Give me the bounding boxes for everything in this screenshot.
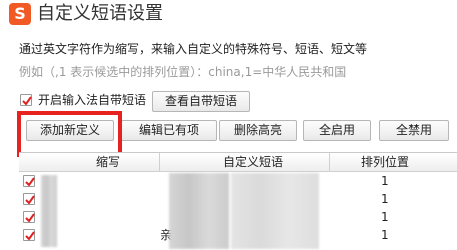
row-position: 1 (381, 228, 389, 242)
enable-builtin-label: 开启输入法自带短语 (38, 93, 147, 107)
row-checkbox[interactable] (23, 229, 35, 241)
description-text: 通过英文字符作为缩写，来输入自定义的特殊符号、短语、短文等 (19, 42, 368, 56)
highlight-annotation (17, 111, 122, 157)
table-header: 缩写 自定义短语 排列位置 (19, 153, 457, 172)
checkmark-icon (25, 213, 35, 223)
checkmark-icon (25, 231, 35, 241)
edit-existing-button[interactable]: 编辑已有项 (121, 120, 217, 141)
delete-highlight-button[interactable]: 删除高亮 (219, 120, 297, 141)
column-header-phrase[interactable]: 自定义短语 (160, 153, 346, 171)
enable-builtin-checkbox[interactable] (20, 94, 32, 106)
window-title: 自定义短语设置 (37, 3, 163, 24)
redacted-abbr-area (41, 175, 57, 247)
redacted-phrase-area (169, 173, 229, 249)
checkmark-icon (22, 96, 32, 106)
row-position: 1 (381, 192, 389, 206)
row-checkbox[interactable] (23, 193, 35, 205)
row-checkbox[interactable] (23, 211, 35, 223)
row-checkbox[interactable] (23, 175, 35, 187)
column-header-abbr[interactable]: 缩写 (39, 153, 177, 171)
checkmark-icon (25, 195, 35, 205)
redacted-phrase-area (231, 173, 319, 249)
disable-all-button[interactable]: 全禁用 (379, 120, 449, 141)
example-text: 例如（,1 表示候选中的排列位置）：china,1=中华人民共和国 (19, 65, 347, 79)
view-builtin-button[interactable]: 查看自带短语 (152, 91, 250, 112)
row-position: 1 (381, 174, 389, 188)
enable-all-button[interactable]: 全启用 (303, 120, 371, 141)
checkmark-icon (25, 177, 35, 187)
phrase-table: 缩写 自定义短语 排列位置 1 1 1 亲 1 (19, 152, 457, 250)
sogou-logo-icon: S (9, 3, 31, 25)
column-header-position[interactable]: 排列位置 (330, 153, 440, 171)
row-position: 1 (381, 210, 389, 224)
